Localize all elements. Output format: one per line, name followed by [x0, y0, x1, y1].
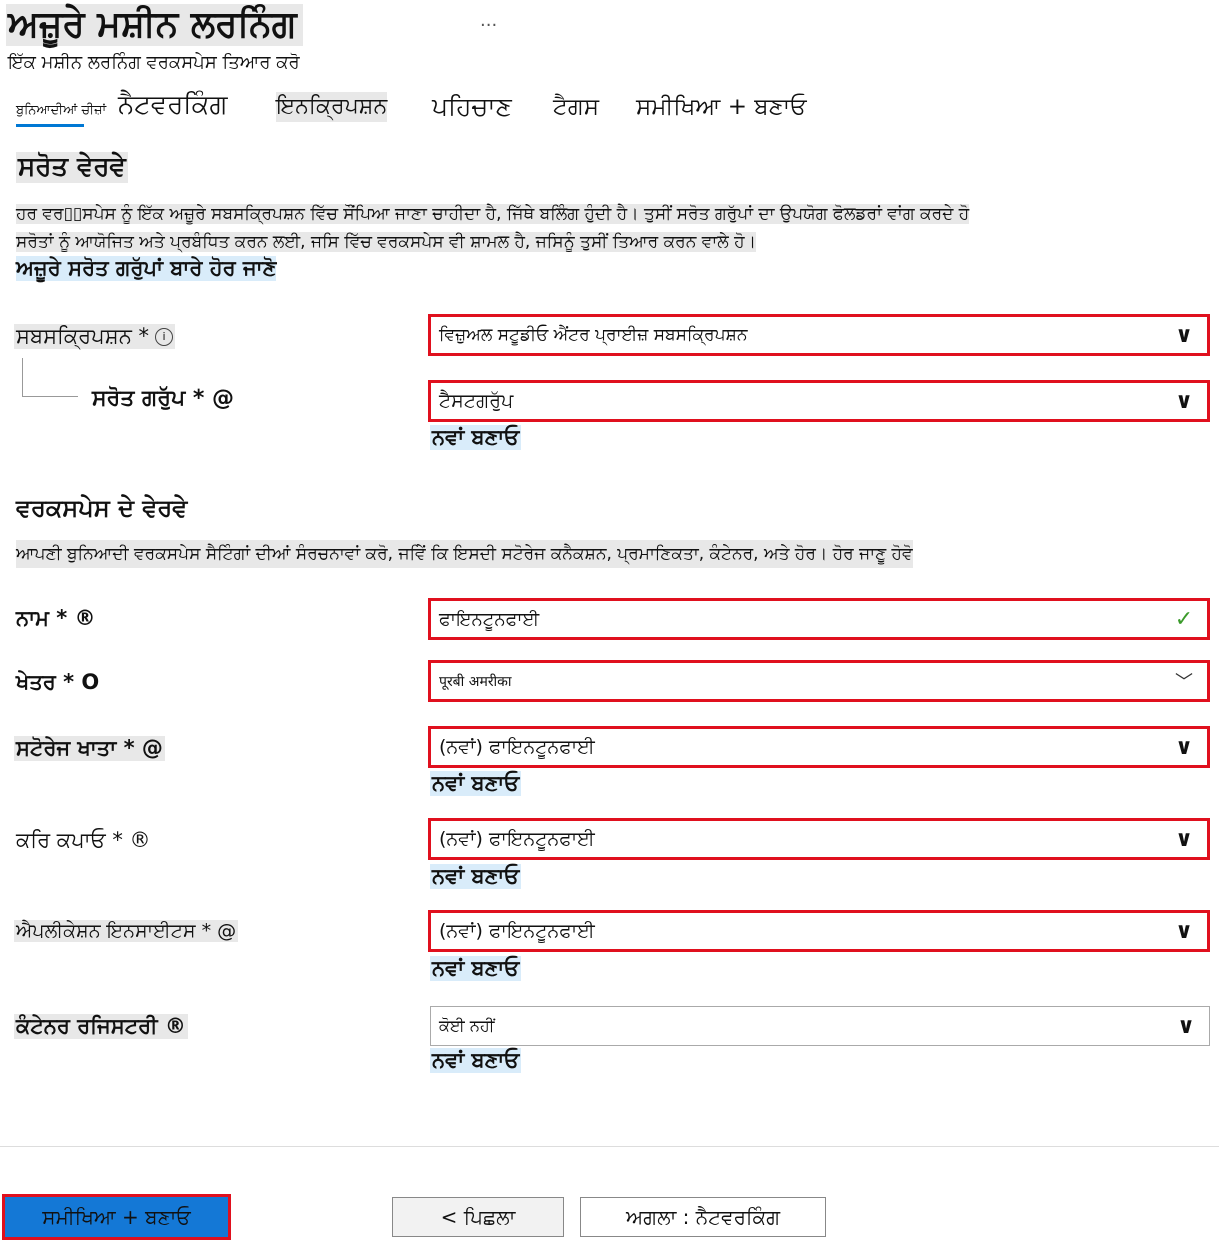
- resource-group-label: ਸਰੋਤ ਗਰੁੱਪ * @: [92, 386, 234, 411]
- resource-details-desc-line2: ਸਰੋਤਾਂ ਨੂੰ ਆਯੋਜਿਤ ਅਤੇ ਪ੍ਰਬੰਧਿਤ ਕਰਨ ਲਈ, ਜ…: [16, 232, 757, 252]
- container-registry-value: ਕੋਈ ਨਹੀਂ: [439, 1016, 495, 1035]
- resource-details-desc-line1: ਹਰ ਵਰ▯▯ਸਪੇਸ ਨੂੰ ਇੱਕ ਅਜ਼ੂਰੇ ਸਬਸਕ੍ਰਿਪਸ਼ਨ ਵ…: [16, 204, 970, 224]
- chevron-down-icon: ∨: [1175, 826, 1193, 852]
- workspace-details-heading: ਵਰਕਸਪੇਸ ਦੇ ਵੇਰਵੇ: [16, 494, 188, 522]
- next-label: ਅਗਲਾ : ਨੈਟਵਰਕਿੰਗ: [625, 1205, 781, 1229]
- learn-more-resource-groups-link[interactable]: ਅਜ਼ੂਰੇ ਸਰੋਤ ਗਰੁੱਪਾਂ ਬਾਰੇ ਹੋਰ ਜਾਣੋ: [16, 256, 277, 281]
- tab-tags[interactable]: ਟੈਗਸ: [553, 92, 599, 122]
- page-subtitle: ਇੱਕ ਮਸ਼ੀਨ ਲਰਨਿੰਗ ਵਰਕਸਪੇਸ ਤਿਆਰ ਕਰੋ: [8, 52, 300, 73]
- next-networking-button[interactable]: ਅਗਲਾ : ਨੈਟਵਰਕਿੰਗ: [580, 1197, 826, 1237]
- app-insights-value: (ਨਵਾਂ) ਫਾਇਨਟੂਨਫਾਈ: [439, 920, 595, 942]
- storage-account-label: ਸਟੋਰੇਜ ਖਾਤਾ * @: [14, 736, 165, 761]
- name-input[interactable]: ਫਾਇਨਟੂਨਫਾਈ ✓: [428, 598, 1210, 640]
- subscription-label-text: ਸਬਸਕ੍ਰਿਪਸ਼ਨ *: [16, 324, 150, 348]
- storage-account-dropdown[interactable]: (ਨਵਾਂ) ਫਾਇਨਟੂਨਫਾਈ ∨: [428, 726, 1210, 768]
- tab-identity[interactable]: ਪਹਿਚਾਣ: [432, 92, 512, 122]
- previous-button[interactable]: < ਪਿਛਲਾ: [392, 1197, 564, 1237]
- tree-connector-horizontal: [22, 396, 78, 397]
- review-create-label: ਸਮੀਖਿਆ + ਬਣਾਓ: [42, 1205, 191, 1229]
- active-tab-indicator: [16, 124, 84, 127]
- create-new-resource-group-link[interactable]: ਨਵਾਂ ਬਣਾਓ: [430, 425, 522, 450]
- container-registry-dropdown[interactable]: ਕੋਈ ਨਹੀਂ ∨: [430, 1006, 1210, 1046]
- previous-label: < ਪਿਛਲਾ: [440, 1205, 516, 1229]
- tab-basics[interactable]: ਬੁਨਿਆਦੀਆਂ ਚੀਜ਼ਾਂ: [16, 96, 106, 126]
- chevron-down-icon: ∨: [1177, 1013, 1195, 1039]
- workspace-details-description: ਆਪਣੀ ਬੁਨਿਆਦੀ ਵਰਕਸਪੇਸ ਸੈਟਿੰਗਾਂ ਦੀਆਂ ਸੰਰਚਨ…: [16, 540, 913, 568]
- chevron-down-icon: ∨: [1175, 734, 1193, 760]
- chevron-down-icon: ∨: [1175, 322, 1193, 348]
- page-title: ਅਜ਼ੂਰੇ ਮਸ਼ੀਨ ਲਰਨਿੰਗ: [6, 4, 303, 46]
- info-icon[interactable]: i: [155, 328, 174, 346]
- region-value: पूरबी अमरीका: [439, 673, 512, 690]
- key-vault-value: (ਨਵਾਂ) ਫਾਇਨਟੂਨਫਾਈ: [439, 828, 595, 850]
- key-vault-dropdown[interactable]: (ਨਵਾਂ) ਫਾਇਨਟੂਨਫਾਈ ∨: [428, 818, 1210, 860]
- tree-connector-vertical: [22, 358, 23, 396]
- container-registry-label: ਕੰਟੇਨਰ ਰਜਿਸਟਰੀ ®: [14, 1014, 188, 1039]
- region-label: ਖੇਤਰ * O: [16, 670, 100, 694]
- chevron-down-icon: ∨: [1175, 918, 1193, 944]
- create-new-app-insights-link[interactable]: ਨਵਾਂ ਬਣਾਓ: [430, 956, 522, 981]
- tab-review-create[interactable]: ਸਮੀਖਿਆ + ਬਣਾਓ: [636, 92, 807, 122]
- resource-details-description: ਹਰ ਵਰ▯▯ਸਪੇਸ ਨੂੰ ਇੱਕ ਅਜ਼ੂਰੇ ਸਬਸਕ੍ਰਿਪਸ਼ਨ ਵ…: [16, 200, 1176, 256]
- chevron-down-icon: ∨: [1175, 388, 1193, 414]
- name-label: ਨਾਮ * ®: [16, 606, 96, 630]
- region-dropdown[interactable]: पूरबी अमरीका ﹀: [428, 660, 1210, 702]
- app-insights-label: ਐਪਲੀਕੇਸ਼ਨ ਇਨਸਾਈਟਸ * @: [14, 920, 239, 942]
- resource-group-dropdown[interactable]: ਟੈਸਟਗਰੁੱਪ ∨: [428, 380, 1210, 422]
- more-options-button[interactable]: ...: [480, 10, 497, 31]
- storage-account-value: (ਨਵਾਂ) ਫਾਇਨਟੂਨਫਾਈ: [439, 736, 595, 758]
- create-new-key-vault-link[interactable]: ਨਵਾਂ ਬਣਾਓ: [430, 864, 522, 889]
- tab-networking[interactable]: ਨੈਟਵਰਕਿੰਗ: [118, 90, 228, 120]
- create-new-registry-link[interactable]: ਨਵਾਂ ਬਣਾਓ: [430, 1048, 522, 1073]
- subscription-value: ਵਿਜ਼ੁਅਲ ਸਟੂਡੀਓ ਐਂਟਰ ਪ੍ਰਾਈਜ਼ ਸਬਸਕ੍ਰਿਪਸ਼ਨ: [439, 325, 748, 345]
- app-insights-dropdown[interactable]: (ਨਵਾਂ) ਫਾਇਨਟੂਨਫਾਈ ∨: [428, 910, 1210, 952]
- create-new-storage-link[interactable]: ਨਵਾਂ ਬਣਾਓ: [430, 771, 522, 796]
- chevron-down-icon: ﹀: [1175, 672, 1193, 693]
- tab-encryption[interactable]: ਇਨਕ੍ਰਿਪਸ਼ਨ: [276, 92, 388, 122]
- name-value: ਫਾਇਨਟੂਨਫਾਈ: [439, 608, 540, 630]
- checkmark-icon: ✓: [1174, 606, 1194, 632]
- resource-group-value: ਟੈਸਟਗਰੁੱਪ: [439, 390, 514, 412]
- resource-details-heading: ਸਰੋਤ ਵੇਰਵੇ: [16, 152, 128, 183]
- subscription-label: ਸਬਸਕ੍ਰਿਪਸ਼ਨ * i: [14, 324, 176, 349]
- key-vault-label: ਕਰਿ ਕਪਾਓ * ®: [16, 828, 151, 852]
- review-create-button[interactable]: ਸਮੀਖਿਆ + ਬਣਾਓ: [2, 1194, 231, 1240]
- footer-divider: [0, 1146, 1219, 1147]
- subscription-dropdown[interactable]: ਵਿਜ਼ੁਅਲ ਸਟੂਡੀਓ ਐਂਟਰ ਪ੍ਰਾਈਜ਼ ਸਬਸਕ੍ਰਿਪਸ਼ਨ …: [428, 314, 1210, 356]
